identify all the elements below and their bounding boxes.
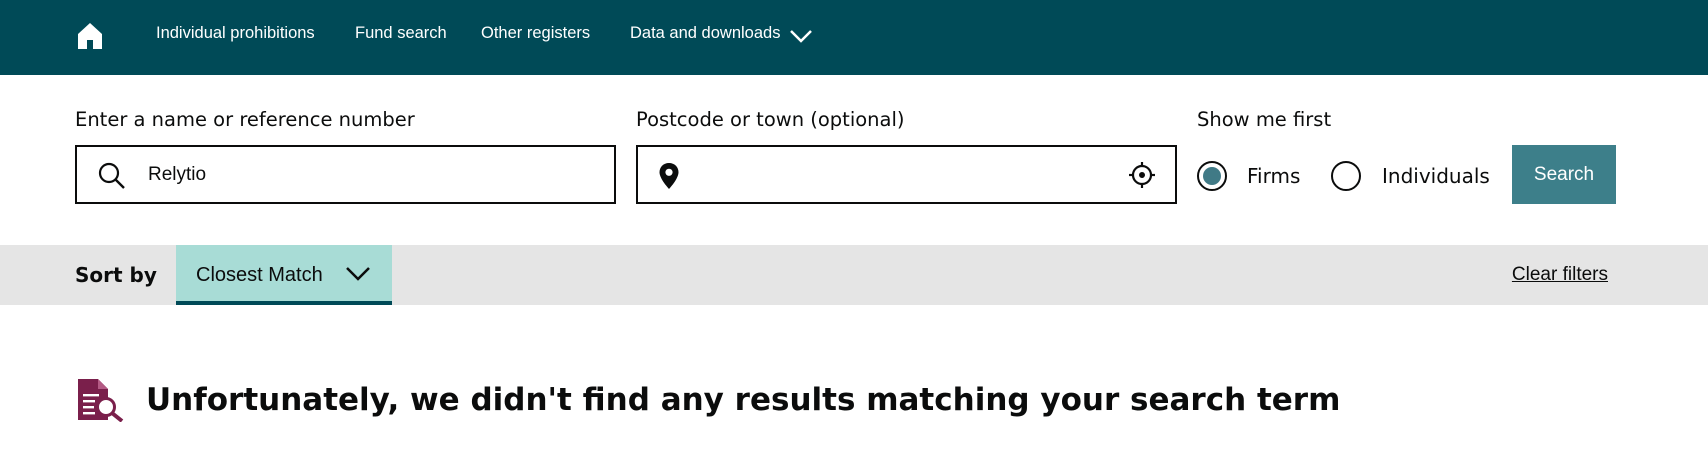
radio-individuals-label[interactable]: Individuals <box>1382 164 1490 188</box>
sort-dropdown[interactable]: Closest Match <box>176 245 392 305</box>
postcode-search-box <box>636 145 1177 204</box>
name-search-box <box>75 145 616 204</box>
location-pin-icon <box>659 163 679 189</box>
nav-link-fund-search[interactable]: Fund search <box>355 24 447 43</box>
name-field-label: Enter a name or reference number <box>75 108 415 131</box>
home-icon[interactable] <box>74 20 106 52</box>
postcode-input[interactable] <box>698 147 1098 202</box>
crosshair-icon[interactable] <box>1128 161 1156 189</box>
postcode-field-label: Postcode or town (optional) <box>636 108 905 131</box>
sort-bar: Sort by Closest Match Clear filters <box>0 245 1708 305</box>
nav-link-other-registers[interactable]: Other registers <box>481 24 590 43</box>
chevron-down-icon[interactable] <box>788 27 814 45</box>
show-me-first-label: Show me first <box>1197 108 1332 131</box>
clear-filters-link[interactable]: Clear filters <box>1512 264 1608 286</box>
search-icon <box>98 162 125 189</box>
document-search-icon <box>78 379 124 422</box>
top-navigation: Individual prohibitions Fund search Othe… <box>0 0 1708 75</box>
nav-link-individual-prohibitions[interactable]: Individual prohibitions <box>156 24 315 43</box>
nav-link-data-and-downloads[interactable]: Data and downloads <box>630 24 780 43</box>
radio-individuals[interactable] <box>1331 161 1361 191</box>
name-search-input[interactable] <box>148 147 598 202</box>
no-results-message: Unfortunately, we didn't find any result… <box>146 382 1341 418</box>
radio-firms-label[interactable]: Firms <box>1247 164 1300 188</box>
radio-firms[interactable] <box>1197 161 1227 191</box>
sort-by-label: Sort by <box>75 263 157 287</box>
search-button[interactable]: Search <box>1512 145 1616 204</box>
chevron-down-icon <box>346 267 370 281</box>
sort-selected-value: Closest Match <box>196 264 323 286</box>
